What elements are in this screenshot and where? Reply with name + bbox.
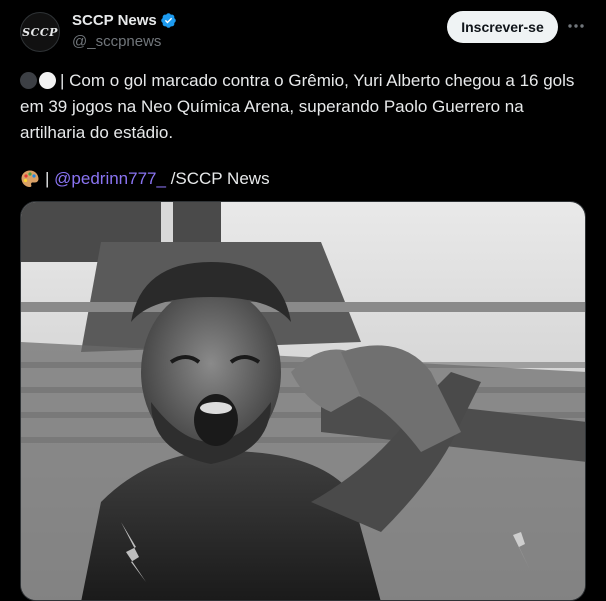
credit-suffix: /SCCP News [170,169,270,188]
subscribe-button[interactable]: Inscrever-se [447,11,558,43]
avatar-logo-text: SCCP [22,25,58,39]
tweet-body: | Com o gol marcado contra o Grêmio, Yur… [20,71,575,142]
display-name[interactable]: SCCP News [72,12,157,29]
account-handle[interactable]: @_sccpnews [72,33,161,50]
more-horizontal-icon[interactable] [566,16,586,36]
tweet-media[interactable] [20,201,586,601]
player-photo-image [21,202,585,600]
mention-link[interactable]: @pedrinn777_ [54,166,166,192]
artist-palette-icon [21,170,39,187]
tweet-text: | Com o gol marcado contra o Grêmio, Yur… [20,68,590,146]
credit-separator: | [45,169,50,188]
avatar[interactable]: SCCP [20,12,60,52]
tweet-header: SCCP SCCP News @_sccpnews Inscrever-se [0,0,606,60]
verified-badge-icon [161,13,176,28]
white-circle-icon [39,72,56,89]
dark-circle-icon [20,72,37,89]
name-row: SCCP News [72,12,177,29]
credit-line: | @pedrinn777_ /SCCP News [20,166,270,192]
